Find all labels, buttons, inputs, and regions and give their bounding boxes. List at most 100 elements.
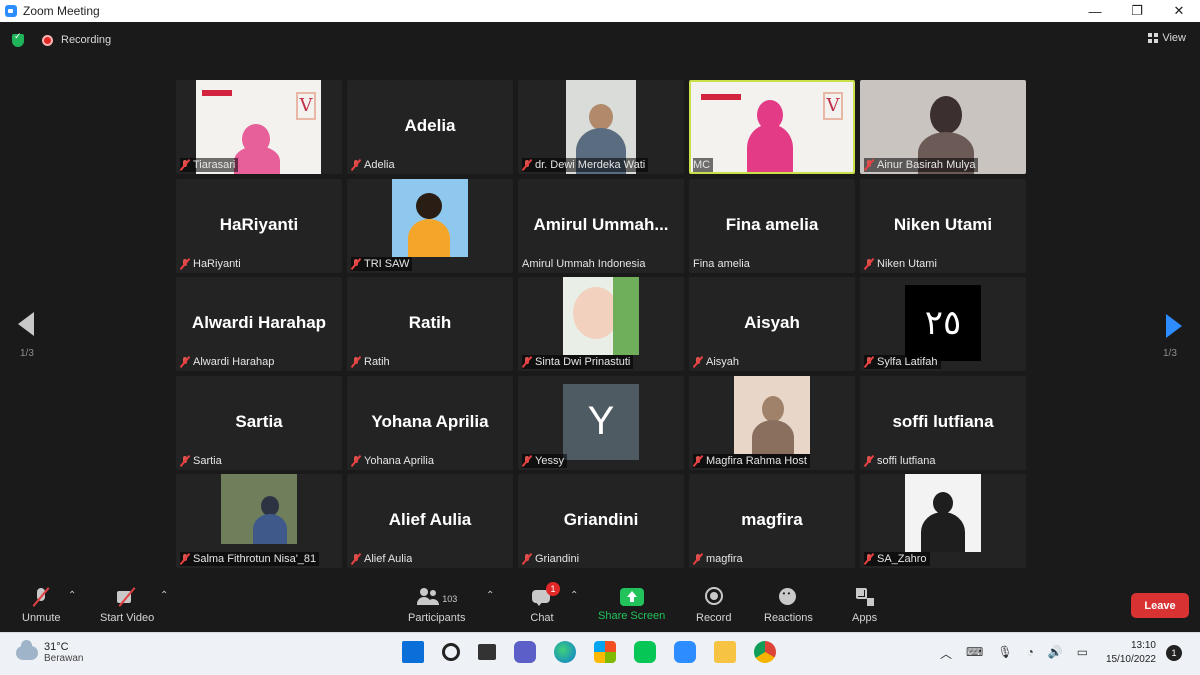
participant-tile[interactable]: V Tiarasari bbox=[176, 80, 342, 174]
leave-button[interactable]: Leave bbox=[1131, 593, 1189, 618]
participant-tile[interactable]: Ainur Basirah Mulya bbox=[860, 80, 1026, 174]
muted-mic-icon bbox=[522, 455, 532, 467]
participant-tile-active-speaker[interactable]: V MC bbox=[689, 80, 855, 174]
participant-tile[interactable]: TRI SAW bbox=[347, 178, 513, 273]
task-view-icon[interactable] bbox=[478, 644, 496, 660]
next-page-arrow-icon[interactable] bbox=[1166, 314, 1182, 338]
participant-tile[interactable]: Niken Utami Niken Utami bbox=[860, 178, 1026, 273]
microsoft-store-icon[interactable] bbox=[594, 641, 616, 663]
previous-page-arrow-icon[interactable] bbox=[18, 312, 34, 336]
participant-tile[interactable]: Yohana Aprilia Yohana Aprilia bbox=[347, 375, 513, 470]
participant-name-large: Adelia bbox=[404, 116, 456, 135]
page-indicator-left: 1/3 bbox=[20, 348, 34, 359]
participant-label: SA_Zahro bbox=[864, 552, 930, 566]
participant-tile[interactable]: Adelia Adelia bbox=[347, 80, 513, 174]
participant-tile[interactable]: dr. Dewi Merdeka Wati bbox=[518, 80, 684, 174]
participant-label: Sinta Dwi Prinastuti bbox=[522, 355, 634, 369]
chat-options-caret-icon[interactable]: ⌃ bbox=[570, 590, 578, 601]
participant-tile[interactable]: Aisyah Aisyah bbox=[689, 277, 855, 371]
participant-label: Adelia bbox=[351, 158, 395, 172]
grid-view-icon bbox=[1148, 33, 1159, 43]
muted-mic-icon bbox=[180, 258, 190, 270]
participant-tile[interactable]: magfira magfira bbox=[689, 474, 855, 568]
window-title: Zoom Meeting bbox=[23, 4, 100, 18]
participant-tile[interactable]: Fina amelia Fina amelia bbox=[689, 178, 855, 273]
participant-tile[interactable]: Magfira Rahma Host bbox=[689, 375, 855, 470]
start-video-button[interactable]: Start Video bbox=[100, 586, 154, 624]
participant-label: Sartia bbox=[180, 454, 222, 468]
participant-tile[interactable]: Griandini Griandini bbox=[518, 474, 684, 568]
notification-count-badge[interactable]: 1 bbox=[1166, 645, 1182, 661]
participant-label: Alief Aulia bbox=[351, 552, 412, 566]
video-options-caret-icon[interactable]: ⌃ bbox=[160, 590, 168, 601]
volume-icon[interactable]: 🔊 bbox=[1048, 645, 1063, 662]
participant-tile[interactable]: ٢٥ Sylfa Latifah bbox=[860, 277, 1026, 371]
edge-browser-icon[interactable] bbox=[554, 641, 576, 663]
wifi-icon[interactable]: ◔ bbox=[1027, 645, 1034, 662]
participant-label: magfira bbox=[693, 552, 743, 566]
muted-mic-icon bbox=[180, 455, 190, 467]
apps-button[interactable]: Apps bbox=[852, 586, 877, 624]
unmute-button[interactable]: Unmute bbox=[22, 586, 61, 624]
participant-tile[interactable]: Y Yessy bbox=[518, 375, 684, 470]
participant-tile[interactable]: HaRiyanti HaRiyanti bbox=[176, 178, 342, 273]
participant-tile[interactable]: Salma Fithrotun Nisa'_81 bbox=[176, 474, 342, 568]
weather-widget[interactable]: 31°C Berawan bbox=[16, 639, 83, 664]
participant-tile[interactable]: Alief Aulia Alief Aulia bbox=[347, 474, 513, 568]
muted-mic-icon bbox=[864, 553, 874, 565]
participant-tile[interactable]: Sinta Dwi Prinastuti bbox=[518, 277, 684, 371]
system-clock[interactable]: 13:10 15/10/2022 bbox=[1098, 639, 1156, 667]
show-hidden-icons-chevron-icon[interactable]: ︿ bbox=[940, 645, 952, 662]
participant-avatar: Y bbox=[563, 383, 639, 460]
participant-video bbox=[734, 375, 810, 454]
muted-mic-icon bbox=[522, 553, 532, 565]
participant-name-large: Griandini bbox=[563, 510, 639, 529]
participant-tile[interactable]: Amirul Ummah... Amirul Ummah Indonesia bbox=[518, 178, 684, 273]
teams-chat-icon[interactable] bbox=[514, 641, 536, 663]
file-explorer-icon[interactable] bbox=[714, 641, 736, 663]
restore-button[interactable]: ❐ bbox=[1116, 0, 1158, 22]
video-off-icon bbox=[115, 586, 139, 608]
microphone-icon[interactable]: 🎙 bbox=[997, 645, 1012, 662]
participants-options-caret-icon[interactable]: ⌃ bbox=[486, 590, 494, 601]
participant-tile[interactable]: SA_Zahro bbox=[860, 474, 1026, 568]
participant-video bbox=[905, 474, 981, 552]
participants-button[interactable]: 103 Participants bbox=[408, 586, 465, 624]
participant-video bbox=[563, 277, 639, 355]
participant-tile[interactable]: Alwardi Harahap Alwardi Harahap bbox=[176, 277, 342, 371]
participant-name-large: Ratih bbox=[408, 313, 452, 332]
reactions-button[interactable]: Reactions bbox=[764, 586, 813, 624]
zoom-app-icon bbox=[5, 5, 17, 17]
apps-icon bbox=[852, 586, 877, 608]
line-app-icon[interactable] bbox=[634, 641, 656, 663]
keyboard-icon[interactable]: ⌨ bbox=[966, 645, 983, 662]
view-button[interactable]: View bbox=[1148, 32, 1186, 44]
chrome-browser-icon[interactable] bbox=[754, 641, 776, 663]
participant-name-large: Aisyah bbox=[744, 313, 800, 332]
participant-label: Magfira Rahma Host bbox=[693, 453, 810, 468]
participant-tile[interactable]: soffi lutfiana soffi lutfiana bbox=[860, 375, 1026, 470]
zoom-taskbar-icon[interactable] bbox=[674, 641, 696, 663]
windows-taskbar: 31°C Berawan ︿ ⌨ 🎙 ◔ 🔊 ▭ 13:10 15/10/202… bbox=[0, 632, 1200, 675]
close-button[interactable]: ✕ bbox=[1158, 0, 1200, 22]
participant-tile[interactable]: Ratih Ratih bbox=[347, 277, 513, 371]
participant-label: Niken Utami bbox=[864, 257, 937, 271]
share-screen-button[interactable]: Share Screen bbox=[598, 586, 665, 622]
participant-tile[interactable]: Sartia Sartia bbox=[176, 375, 342, 470]
record-button[interactable]: Record bbox=[696, 586, 731, 624]
share-screen-icon bbox=[619, 588, 644, 606]
participant-name-large: Alwardi Harahap bbox=[191, 313, 327, 332]
participant-name-large: magfira bbox=[741, 510, 803, 529]
encryption-shield-icon[interactable] bbox=[12, 32, 24, 47]
battery-icon[interactable]: ▭ bbox=[1077, 645, 1088, 662]
audio-options-caret-icon[interactable]: ⌃ bbox=[68, 590, 76, 601]
search-icon[interactable] bbox=[442, 643, 460, 661]
muted-mic-icon bbox=[351, 455, 361, 467]
recording-label: Recording bbox=[61, 34, 112, 46]
minimize-button[interactable]: — bbox=[1074, 0, 1116, 22]
muted-mic-icon bbox=[522, 356, 532, 368]
muted-mic-icon bbox=[351, 159, 361, 171]
participant-label: Sylfa Latifah bbox=[864, 355, 941, 369]
windows-start-icon[interactable] bbox=[402, 641, 424, 663]
chat-button[interactable]: 1 Chat bbox=[530, 582, 560, 624]
